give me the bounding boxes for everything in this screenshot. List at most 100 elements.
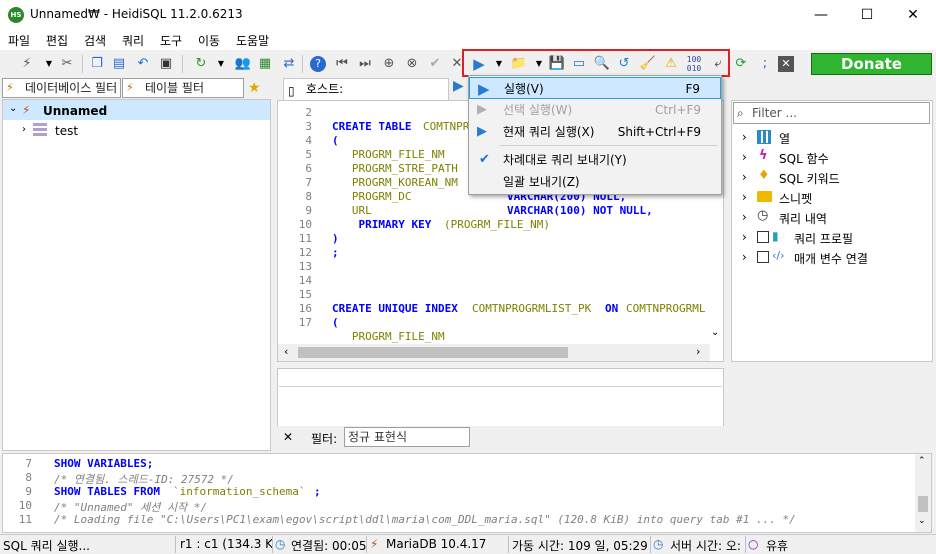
scroll-thumb[interactable] <box>298 347 568 358</box>
code-line: ( <box>332 316 339 329</box>
add-record-icon[interactable]: ⊕ <box>380 55 398 73</box>
connect-icon[interactable]: ⚡ <box>18 55 36 73</box>
copy-icon[interactable]: ❐ <box>88 55 106 73</box>
line-number: 12 <box>298 246 312 259</box>
expand-arrow-icon[interactable]: › <box>742 210 747 224</box>
menu-file[interactable]: 파일 <box>8 32 30 49</box>
helper-columns[interactable]: 열 <box>779 130 790 147</box>
scroll-down-icon[interactable]: ⌄ <box>711 327 719 338</box>
export-icon[interactable]: ▦ <box>256 55 274 73</box>
helper-sql-keywords[interactable]: SQL 키워드 <box>779 170 840 187</box>
log-line: `information_schema` <box>173 485 306 498</box>
menu-item-label: 현재 쿼리 실행(X) <box>503 125 595 139</box>
help-icon[interactable]: ? <box>310 56 326 72</box>
dropdown-arrow-icon[interactable]: ▼ <box>40 55 58 73</box>
dropdown-arrow-icon[interactable]: ▼ <box>212 55 230 73</box>
delete-record-icon[interactable]: ⊗ <box>403 55 421 73</box>
code-line: PROGRM_DC <box>332 190 412 203</box>
expand-arrow-icon[interactable]: › <box>742 150 747 164</box>
menu-tools[interactable]: 도구 <box>160 32 182 49</box>
expand-arrow-icon[interactable]: › <box>742 230 747 244</box>
expand-arrow-icon[interactable]: › <box>742 250 747 264</box>
tree-item-unnamed[interactable]: Unnamed <box>43 104 107 118</box>
helpers-filter-input[interactable]: ⌕ Filter ... <box>733 102 930 124</box>
line-number: 8 <box>305 190 312 203</box>
menu-item-run[interactable]: ▶ 실행(V) F9 <box>469 77 721 99</box>
print-icon[interactable]: ▣ <box>157 55 175 73</box>
scroll-right-icon[interactable]: › <box>696 345 700 358</box>
semicolon-icon[interactable]: ; <box>756 55 774 73</box>
code-line: URL <box>332 204 372 217</box>
menu-item-send-batch[interactable]: 일괄 보내기(Z) <box>469 171 721 193</box>
columns-icon <box>757 130 771 144</box>
menu-help[interactable]: 도움말 <box>236 32 269 49</box>
filter-input[interactable]: 정규 표현식 <box>344 427 470 447</box>
maximize-button[interactable]: ☐ <box>844 0 890 30</box>
expand-arrow-icon[interactable]: › <box>742 190 747 204</box>
user-manager-icon[interactable]: 👥 <box>234 55 252 73</box>
code-keyword: CREATE UNIQUE INDEX <box>332 302 458 315</box>
menu-query[interactable]: 쿼리 <box>122 32 144 49</box>
scroll-down-icon[interactable]: ⌄ <box>918 516 926 526</box>
scroll-left-icon[interactable]: ‹ <box>284 345 288 358</box>
host-tab[interactable]: ▯ 호스트: 172.105.193.199 <box>283 78 449 116</box>
status-connected: 연결됨: 00:05 <box>291 539 367 553</box>
favorite-star-icon[interactable]: ★ <box>248 80 261 96</box>
code-line: ; <box>332 246 339 259</box>
server-icon: ⚡ <box>370 537 379 551</box>
donate-button[interactable]: Donate <box>811 53 932 75</box>
editor-horizontal-scrollbar[interactable]: ‹ › <box>278 344 710 361</box>
search-icon: ⌕ <box>737 106 744 120</box>
helper-query-history[interactable]: 쿼리 내역 <box>779 210 827 227</box>
helper-snippets[interactable]: 스니펫 <box>779 190 812 207</box>
menu-item-label: 차례대로 쿼리 보내기(Y) <box>503 153 627 167</box>
expand-arrow-icon[interactable]: › <box>742 170 747 184</box>
stop-icon[interactable]: ✕ <box>778 56 794 72</box>
expand-arrow-icon[interactable]: › <box>742 130 747 144</box>
first-record-icon[interactable]: ⏮ <box>333 55 351 73</box>
log-scrollbar[interactable]: ⌃ ⌄ <box>915 454 931 532</box>
function-icon: ϟ <box>759 148 768 163</box>
transfer-icon[interactable]: ⇄ <box>280 55 298 73</box>
code-line: VARCHAR(100) NOT NULL, <box>507 204 653 217</box>
run-current-icon: ▶ <box>477 124 487 139</box>
menu-go[interactable]: 이동 <box>198 32 220 49</box>
helper-bind-params[interactable]: 매개 변수 연결 <box>794 250 868 267</box>
menu-edit[interactable]: 편집 <box>46 32 68 49</box>
disconnect-icon[interactable]: ✂ <box>58 55 76 73</box>
minimize-button[interactable]: — <box>798 0 844 30</box>
idle-circle-icon: ○ <box>748 537 759 551</box>
filter-label: 필터: <box>311 432 338 446</box>
menu-item-send-sequential[interactable]: ✔ 차례대로 쿼리 보내기(Y) <box>469 149 721 171</box>
refresh-icon[interactable]: ↻ <box>192 55 210 73</box>
menu-search[interactable]: 검색 <box>84 32 106 49</box>
table-filter-input[interactable]: ⚡ 테이블 필터 <box>122 78 244 98</box>
helper-query-profile[interactable]: 쿼리 프로필 <box>794 230 853 247</box>
menu-item-run-selection[interactable]: ▶ 선택 실행(W) Ctrl+F9 <box>469 99 721 121</box>
code-identifier: COMTNPROGRMLIST_PK <box>472 302 592 315</box>
collapse-arrow-icon[interactable]: › <box>22 124 26 135</box>
reformat-icon[interactable]: ⟳ <box>732 55 750 73</box>
result-divider <box>279 386 722 387</box>
post-record-icon[interactable]: ✔ <box>426 55 444 73</box>
scroll-up-icon[interactable]: ⌃ <box>918 456 926 466</box>
filter-close-icon[interactable]: ✕ <box>283 430 293 444</box>
run-icon: ▶ <box>478 80 490 98</box>
log-line: ; <box>314 485 321 498</box>
bind-params-checkbox[interactable] <box>757 251 769 263</box>
helper-sql-functions[interactable]: SQL 함수 <box>779 150 829 167</box>
database-filter-input[interactable]: ⚡ 데이터베이스 필터 <box>2 78 121 98</box>
database-icon <box>33 123 47 137</box>
paste-icon[interactable]: ▤ <box>110 55 128 73</box>
expand-arrow-icon[interactable]: ⌄ <box>9 103 17 114</box>
log-line-number: 10 <box>18 499 32 512</box>
last-record-icon[interactable]: ⏭ <box>356 55 374 73</box>
log-line-number: 8 <box>25 471 32 484</box>
query-profile-checkbox[interactable] <box>757 231 769 243</box>
query-tab-icon[interactable]: ▶ <box>453 78 464 94</box>
menu-item-run-current[interactable]: ▶ 현재 쿼리 실행(X) Shift+Ctrl+F9 <box>469 121 721 143</box>
undo-icon[interactable]: ↶ <box>134 55 152 73</box>
tree-item-test[interactable]: test <box>55 124 78 138</box>
close-button[interactable]: ✕ <box>890 0 936 30</box>
scroll-thumb[interactable] <box>918 496 928 512</box>
